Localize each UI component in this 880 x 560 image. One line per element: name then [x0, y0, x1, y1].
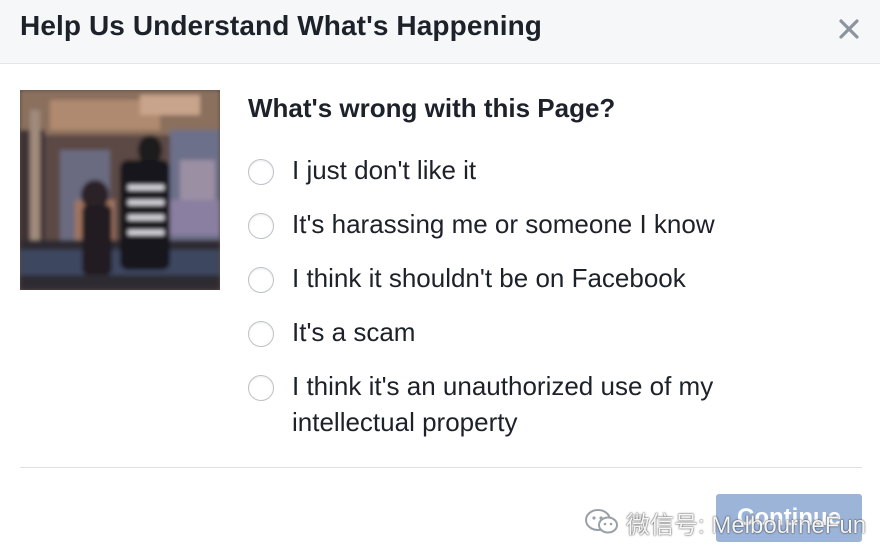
dialog-title: Help Us Understand What's Happening — [20, 10, 542, 41]
option-scam[interactable]: It's a scam — [248, 314, 812, 350]
option-intellectual-property[interactable]: I think it's an unauthorized use of my i… — [248, 368, 782, 440]
footer-divider — [20, 467, 862, 468]
option-label: I just don't like it — [292, 155, 477, 185]
option-label: It's a scam — [292, 317, 416, 347]
report-question: What's wrong with this Page? — [248, 93, 616, 123]
radio-button[interactable] — [248, 321, 274, 347]
radio-button[interactable] — [248, 213, 274, 239]
close-button[interactable] — [836, 16, 862, 42]
option-label: It's harassing me or someone I know — [292, 209, 715, 239]
option-label: I think it shouldn't be on Facebook — [292, 263, 686, 293]
close-icon — [836, 16, 862, 42]
dialog-header: Help Us Understand What's Happening — [0, 0, 880, 64]
radio-button[interactable] — [248, 267, 274, 293]
continue-button[interactable]: Continue — [716, 494, 862, 542]
radio-button[interactable] — [248, 375, 274, 401]
option-dont-like[interactable]: I just don't like it — [248, 152, 812, 188]
page-thumbnail — [20, 90, 220, 290]
wechat-icon — [584, 508, 620, 536]
report-dialog: Help Us Understand What's Happening What… — [0, 0, 880, 560]
option-harassing[interactable]: It's harassing me or someone I know — [248, 206, 812, 242]
radio-button[interactable] — [248, 159, 274, 185]
option-label: I think it's an unauthorized use of my i… — [292, 371, 714, 437]
option-shouldnt-be-on-facebook[interactable]: I think it shouldn't be on Facebook — [248, 260, 812, 296]
